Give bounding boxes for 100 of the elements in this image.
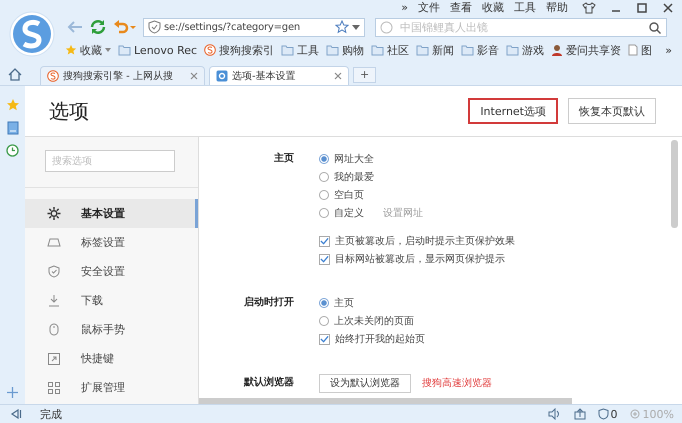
section-label: 默认浏览器 [242,376,295,390]
close-icon[interactable] [662,2,674,14]
radio-button[interactable] [319,208,329,218]
shortcut-icon [47,352,61,364]
bookmark-item[interactable]: 新闻 [416,42,454,58]
section-label: 主页 [273,151,295,166]
option-label: 网址大全 [334,152,374,166]
radio-button[interactable] [319,154,329,164]
blocked-counter[interactable]: 0 [598,408,618,420]
bookmarks-overflow[interactable]: » [665,44,682,56]
star-icon[interactable] [6,98,20,112]
folder-icon [371,44,384,56]
browser-logo-icon [9,11,55,57]
radio-button[interactable] [319,298,329,308]
book-icon[interactable] [6,121,18,135]
page-icon [628,44,638,56]
bookmark-item[interactable]: 购物 [326,42,364,58]
option-label: 始终打开我的起始页 [335,332,425,346]
option-label: 空白页 [334,188,364,202]
undo-icon[interactable] [113,19,137,35]
radio-button[interactable] [319,172,329,182]
bookmark-item[interactable]: 收藏 [65,42,111,58]
horizontal-scrollbar[interactable] [199,398,572,404]
radio-button[interactable] [319,190,329,200]
bookmark-item[interactable]: 工具 [281,42,320,58]
option-label: 我的最爱 [334,170,374,184]
checkbox[interactable] [319,236,330,246]
options-nav-item[interactable]: 鼠标手势 [25,315,198,344]
folder-icon [118,44,131,56]
caret-icon [105,48,111,52]
shield-icon [47,265,61,278]
bookmark-item[interactable]: 影音 [461,42,500,58]
dropdown-caret-icon[interactable] [352,24,360,30]
skin-icon[interactable] [582,2,596,14]
settings-icon [216,70,228,82]
maximize-icon[interactable] [636,2,648,14]
options-nav-item[interactable]: 安全设置 [25,257,198,286]
bookmark-item[interactable]: Lenovo Rec [118,44,198,56]
menu-overflow[interactable]: » [401,1,408,14]
option-label: 上次未关闭的页面 [334,314,414,328]
bookmark-item[interactable]: 图 [628,42,652,58]
zoom-icon [630,408,641,420]
shield-icon [598,408,609,420]
search-icon[interactable] [649,22,661,34]
download-icon [47,294,61,307]
upload-icon[interactable] [574,408,586,420]
star-icon[interactable] [335,20,349,34]
options-nav-item[interactable]: 快捷键 [25,344,198,373]
address-bar[interactable]: se://settings/?category=gen [143,18,365,36]
page-button[interactable]: 恢复本页默认 [568,98,656,124]
option-label: 主页 [334,296,354,310]
folder-icon [326,44,340,56]
clock-icon[interactable] [6,144,19,157]
option-label: 主页被篡改后，启动时提示主页保护效果 [335,234,515,248]
menu-item[interactable]: 帮助 [546,1,568,14]
set-default-button[interactable]: 设为默认浏览器 [319,374,411,392]
speaker-icon[interactable] [548,408,562,420]
options-nav-item[interactable]: 基本设置 [25,199,198,228]
vertical-scrollbar[interactable] [671,140,678,228]
menu-item[interactable]: 文件 [418,1,440,14]
bookmark-item[interactable]: 爱问共享资 [551,42,622,58]
options-nav-item[interactable]: 扩展管理 [25,373,198,402]
options-nav-item[interactable]: 下载 [25,286,198,315]
mouse-icon [47,323,61,336]
checkbox[interactable] [319,334,330,344]
refresh-icon[interactable] [89,18,107,36]
new-tab-button[interactable]: + [353,67,376,83]
folder-icon [416,44,430,56]
add-icon[interactable] [7,387,18,398]
close-tab-icon[interactable] [190,72,198,80]
search-field[interactable]: 中国锦鲤真人出镜 [375,18,667,36]
option-label: 目标网站被篡改后，显示网页保护提示 [335,252,505,266]
star-icon [65,44,77,56]
gear-icon [47,207,61,220]
shield-icon [148,20,161,34]
folder-icon [461,44,474,56]
bookmark-item[interactable]: 游戏 [506,42,544,58]
menu-item[interactable]: 收藏 [482,1,504,14]
folder-icon [506,44,520,56]
section-label: 启动时打开 [243,295,295,310]
checkbox[interactable] [319,254,330,264]
browser-tab[interactable]: 搜狗搜索引擎 - 上网从搜 [40,66,205,85]
page-button[interactable]: Internet选项 [468,98,558,124]
person-icon [551,44,564,56]
browser-tab[interactable]: 选项-基本设置 [209,66,349,85]
grid-icon [47,382,61,394]
options-search-field[interactable]: 搜索选项 [45,150,175,172]
warning-text: 搜狗高速浏览器 [422,376,492,390]
page-title: 选项 [49,98,89,124]
close-tab-icon[interactable] [334,72,342,80]
bookmark-item[interactable]: 搜狗搜索引 [204,42,274,58]
menu-item[interactable]: 工具 [514,1,536,14]
menu-item[interactable]: 查看 [450,1,472,14]
bookmark-item[interactable]: 社区 [371,42,410,58]
options-nav-item[interactable]: 标签设置 [25,228,198,257]
radio-button[interactable] [319,316,329,326]
home-icon[interactable] [8,68,22,81]
folder-icon [281,44,294,56]
collapse-sidebar-icon[interactable] [10,409,22,419]
status-text: 完成 [40,406,62,422]
